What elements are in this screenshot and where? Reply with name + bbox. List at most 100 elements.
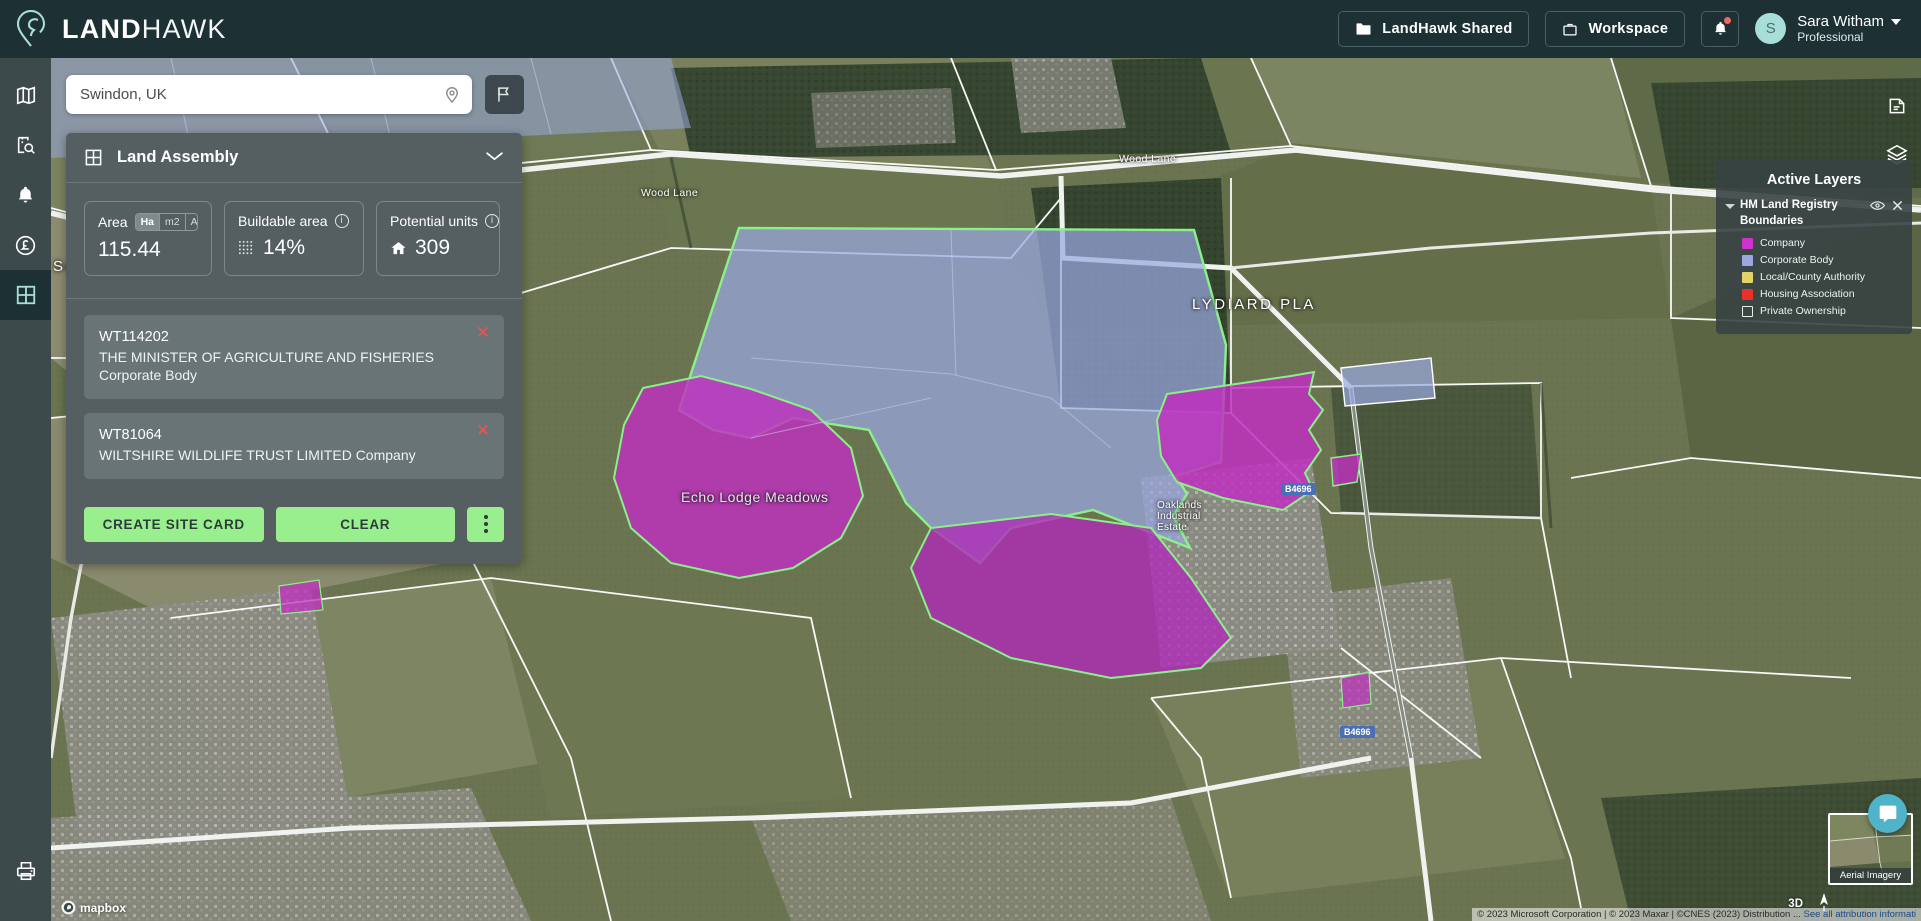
more-options-button[interactable] bbox=[467, 507, 504, 542]
panel-collapse-button[interactable] bbox=[485, 149, 504, 167]
note-pencil-icon bbox=[1887, 96, 1907, 116]
active-layers-panel: Active Layers HM Land Registry Boundarie… bbox=[1716, 160, 1912, 334]
landhawk-shared-button[interactable]: LandHawk Shared bbox=[1338, 11, 1529, 47]
legend-swatch bbox=[1742, 255, 1753, 266]
note-tool-button[interactable] bbox=[1881, 90, 1912, 121]
legend-item: Housing Association bbox=[1742, 288, 1912, 300]
sidebar-item-alerts[interactable] bbox=[0, 170, 51, 220]
info-icon[interactable]: i bbox=[485, 214, 499, 228]
layer-name: HM Land Registry Boundaries bbox=[1740, 198, 1865, 229]
printer-icon bbox=[15, 860, 37, 882]
mapbox-label: mapbox bbox=[80, 901, 126, 915]
kebab-dot bbox=[484, 529, 488, 533]
grid-icon bbox=[15, 284, 37, 306]
stat-value-area: 115.44 bbox=[98, 238, 198, 262]
locate-button[interactable] bbox=[432, 75, 472, 114]
chat-bubble-icon bbox=[1878, 804, 1898, 824]
area-unit-toggle[interactable]: Ha m2 Acres bbox=[135, 213, 198, 231]
stat-label-buildable: Buildable area i bbox=[238, 213, 350, 229]
site-stats: Area Ha m2 Acres 115.44 Buildable area i bbox=[66, 183, 522, 299]
left-sidebar bbox=[0, 58, 51, 921]
parcel-owner: WILTSHIRE WILDLIFE TRUST LIMITED Company bbox=[99, 446, 460, 465]
close-icon[interactable] bbox=[1892, 200, 1903, 211]
panel-actions: CREATE SITE CARD CLEAR bbox=[66, 497, 522, 564]
header-actions: LandHawk Shared Workspace S bbox=[1338, 11, 1901, 47]
landhawk-pin-icon bbox=[14, 10, 48, 48]
user-name-text: Sara Witham bbox=[1797, 13, 1884, 30]
sidebar-item-pricing[interactable] bbox=[0, 220, 51, 270]
panel-header[interactable]: Land Assembly bbox=[66, 133, 522, 183]
stat-value-buildable: 14% bbox=[238, 236, 350, 260]
legend-label: Private Ownership bbox=[1760, 305, 1846, 317]
mapbox-logo[interactable]: mapbox bbox=[61, 900, 126, 915]
kebab-dot bbox=[484, 515, 488, 519]
legend-swatch bbox=[1742, 306, 1753, 317]
parcel-item[interactable]: WT114202 THE MINISTER OF AGRICULTURE AND… bbox=[84, 315, 504, 399]
user-name: Sara Witham bbox=[1797, 13, 1901, 30]
legend-label: Housing Association bbox=[1760, 288, 1855, 300]
search-input[interactable] bbox=[66, 86, 432, 103]
landhawk-app: Wood Lane Wood Lane LYDIARD PLA Sou Echo… bbox=[0, 0, 1921, 921]
location-pin-icon bbox=[443, 85, 461, 104]
sidebar-item-site-search[interactable] bbox=[0, 120, 51, 170]
chevron-down-icon[interactable] bbox=[1891, 19, 1901, 25]
create-site-card-button[interactable]: CREATE SITE CARD bbox=[84, 507, 264, 542]
location-search[interactable] bbox=[66, 75, 472, 114]
brand-logo[interactable]: LANDHAWK bbox=[14, 10, 227, 48]
chat-support-button[interactable] bbox=[1868, 794, 1907, 833]
flag-icon bbox=[495, 85, 514, 104]
parcel-list: WT114202 THE MINISTER OF AGRICULTURE AND… bbox=[66, 299, 522, 497]
stat-label-area: Area Ha m2 Acres bbox=[98, 213, 198, 231]
legend-item: Company bbox=[1742, 237, 1912, 249]
app-header: LANDHAWK LandHawk Shared Workspace bbox=[0, 0, 1921, 58]
sidebar-item-map[interactable] bbox=[0, 70, 51, 120]
active-layers-title: Active Layers bbox=[1716, 169, 1912, 198]
parcel-remove-button[interactable]: ✕ bbox=[474, 422, 492, 440]
clear-button[interactable]: CLEAR bbox=[276, 507, 456, 542]
kebab-dot bbox=[484, 522, 488, 526]
notifications-button[interactable] bbox=[1701, 11, 1739, 47]
road-shield: B4696 bbox=[1340, 726, 1375, 738]
avatar: S bbox=[1755, 13, 1786, 44]
legend-item: Local/County Authority bbox=[1742, 271, 1912, 283]
user-menu[interactable]: S Sara Witham Professional bbox=[1755, 13, 1901, 44]
attribution-link[interactable]: See all attribution informati bbox=[1804, 909, 1916, 920]
parcel-title-number: WT81064 bbox=[99, 426, 460, 446]
legend-label: Company bbox=[1760, 237, 1805, 249]
parcel-owner: THE MINISTER OF AGRICULTURE AND FISHERIE… bbox=[99, 348, 460, 367]
dotted-grid-icon bbox=[238, 240, 255, 257]
panel-title: Land Assembly bbox=[117, 148, 238, 167]
legend-label: Local/County Authority bbox=[1760, 271, 1865, 283]
brand-bold: LAND bbox=[62, 14, 142, 44]
basemap-label: Aerial Imagery bbox=[1830, 868, 1911, 883]
grid-icon bbox=[84, 148, 103, 167]
map-attribution: © 2023 Microsoft Corporation | © 2023 Ma… bbox=[1472, 908, 1921, 921]
parcel-item[interactable]: WT81064 WILTSHIRE WILDLIFE TRUST LIMITED… bbox=[84, 413, 504, 478]
workspace-label: Workspace bbox=[1588, 21, 1668, 37]
sidebar-spacer bbox=[0, 58, 51, 70]
pound-circle-icon bbox=[14, 234, 37, 257]
buildable-percent: 14% bbox=[263, 236, 305, 260]
unit-option-ha[interactable]: Ha bbox=[136, 214, 160, 230]
layer-row-hm-land-registry[interactable]: HM Land Registry Boundaries bbox=[1716, 198, 1912, 229]
workspace-button[interactable]: Workspace bbox=[1545, 11, 1685, 47]
parcel-remove-button[interactable]: ✕ bbox=[474, 324, 492, 342]
sidebar-item-print[interactable] bbox=[0, 846, 51, 896]
bell-icon bbox=[15, 185, 36, 206]
draw-boundary-button[interactable] bbox=[485, 75, 524, 114]
landhawk-shared-label: LandHawk Shared bbox=[1382, 21, 1512, 37]
unit-option-acres[interactable]: Acres bbox=[186, 214, 198, 230]
map-icon bbox=[15, 84, 37, 106]
legend-swatch bbox=[1742, 272, 1753, 283]
info-icon[interactable]: i bbox=[335, 214, 349, 228]
map-search-icon bbox=[15, 134, 37, 156]
legend-label: Corporate Body bbox=[1760, 254, 1834, 266]
unit-option-m2[interactable]: m2 bbox=[160, 214, 186, 230]
eye-icon[interactable] bbox=[1870, 200, 1885, 211]
area-label-text: Area bbox=[98, 214, 128, 230]
caret-down-icon[interactable] bbox=[1725, 204, 1735, 209]
road-shield: B4696 bbox=[1281, 483, 1316, 495]
layer-legend: Company Corporate Body Local/County Auth… bbox=[1716, 229, 1912, 317]
sidebar-item-land-assembly[interactable] bbox=[0, 270, 51, 320]
units-count: 309 bbox=[415, 236, 450, 260]
